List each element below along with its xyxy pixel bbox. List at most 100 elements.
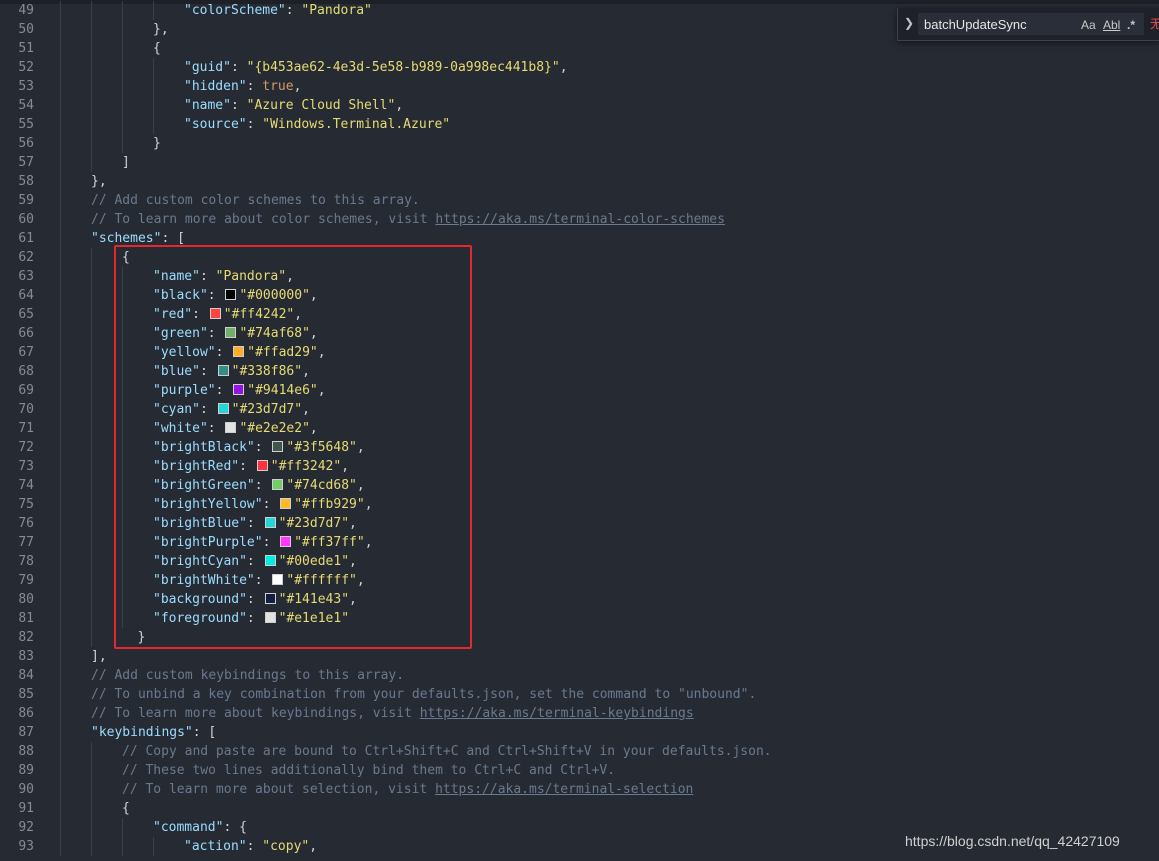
code-line[interactable]: "brightGreen": "#74cd68", <box>153 476 365 495</box>
code-line[interactable]: { <box>122 248 130 267</box>
color-swatch[interactable] <box>233 346 245 357</box>
code-line[interactable]: // To learn more about selection, visit … <box>122 780 693 799</box>
whole-word-button[interactable]: Abl <box>1103 18 1120 32</box>
color-swatch[interactable] <box>264 555 276 566</box>
color-swatch[interactable] <box>209 308 221 319</box>
indent-guide <box>122 58 123 77</box>
code-line[interactable]: "cyan": "#23d7d7", <box>153 400 310 419</box>
indent-guide <box>91 267 92 286</box>
code-line[interactable]: "purple": "#9414e6", <box>153 381 326 400</box>
code-line[interactable]: "name": "Azure Cloud Shell", <box>184 96 403 115</box>
color-swatch[interactable] <box>217 365 229 376</box>
chevron-right-icon[interactable]: ❯ <box>904 16 914 30</box>
code-line[interactable]: "green": "#74af68", <box>153 324 318 343</box>
code-line[interactable]: "brightPurple": "#ff37ff", <box>153 533 373 552</box>
code-line[interactable]: "brightBlue": "#23d7d7", <box>153 514 357 533</box>
code-line[interactable]: // These two lines additionally bind the… <box>122 761 615 780</box>
code-line[interactable]: // To unbind a key combination from your… <box>91 685 756 704</box>
code-token: "{b453ae62-4e3d-5e58-b989-0a998ec441b8}" <box>246 60 560 75</box>
code-line[interactable]: // Add custom keybindings to this array. <box>91 666 404 685</box>
code-line[interactable]: "action": "copy", <box>184 837 317 856</box>
code-token: "yellow" <box>153 345 216 360</box>
code-line[interactable]: "guid": "{b453ae62-4e3d-5e58-b989-0a998e… <box>184 58 568 77</box>
code-line[interactable]: } <box>138 628 146 647</box>
code-token: "#00ede1" <box>278 554 350 569</box>
code-link[interactable]: https://aka.ms/terminal-keybindings <box>420 706 694 721</box>
code-line[interactable]: ], <box>91 647 107 666</box>
code-token: , <box>395 98 404 113</box>
match-case-button[interactable]: Aa <box>1081 18 1096 32</box>
code-line[interactable]: // To learn more about keybindings, visi… <box>91 704 694 723</box>
code-token: "brightWhite" <box>153 573 255 588</box>
indent-guide <box>122 438 123 457</box>
code-token: "name" <box>184 98 231 113</box>
code-line[interactable]: "yellow": "#ffad29", <box>153 343 326 362</box>
indent-guide <box>153 1 154 20</box>
find-widget[interactable]: ❯ batchUpdateSync Aa Abl .* 无 <box>897 8 1159 41</box>
code-line[interactable]: }, <box>153 20 169 39</box>
indent-guide <box>60 742 61 761</box>
code-line[interactable]: "brightBlack": "#3f5648", <box>153 438 365 457</box>
find-input[interactable]: batchUpdateSync Aa Abl .* <box>918 13 1144 35</box>
code-line[interactable]: // Copy and paste are bound to Ctrl+Shif… <box>122 742 772 761</box>
regex-button[interactable]: .* <box>1127 18 1135 32</box>
code-line[interactable]: "source": "Windows.Terminal.Azure" <box>184 115 450 134</box>
indent-guide <box>91 628 92 647</box>
indent-guide <box>91 39 92 58</box>
color-swatch[interactable] <box>264 612 276 623</box>
code-line[interactable]: "white": "#e2e2e2", <box>153 419 318 438</box>
color-swatch[interactable] <box>233 384 245 395</box>
color-swatch[interactable] <box>256 460 268 471</box>
line-number: 83 <box>18 649 34 664</box>
code-line[interactable]: "foreground": "#e1e1e1" <box>153 609 349 628</box>
code-line[interactable]: // Add custom color schemes to this arra… <box>91 191 420 210</box>
indent-guide <box>153 115 154 134</box>
color-swatch[interactable] <box>264 593 276 604</box>
code-link[interactable]: https://aka.ms/terminal-selection <box>435 782 693 797</box>
line-number: 86 <box>18 706 34 721</box>
color-swatch[interactable] <box>264 517 276 528</box>
code-line[interactable]: "brightWhite": "#ffffff", <box>153 571 365 590</box>
code-link[interactable]: https://aka.ms/terminal-color-schemes <box>435 212 725 227</box>
code-line[interactable]: "name": "Pandora", <box>153 267 294 286</box>
code-token: , <box>286 269 294 284</box>
code-line[interactable]: { <box>153 39 161 58</box>
color-swatch[interactable] <box>272 479 284 490</box>
code-token: "source" <box>184 117 247 132</box>
indent-guide <box>153 837 154 856</box>
code-token: , <box>309 326 318 341</box>
code-line[interactable]: "command": { <box>153 818 247 837</box>
color-swatch[interactable] <box>272 441 284 452</box>
color-swatch[interactable] <box>225 422 237 433</box>
code-line[interactable]: "keybindings": [ <box>91 723 216 742</box>
code-line[interactable]: "brightYellow": "#ffb929", <box>153 495 373 514</box>
code-line[interactable]: "brightRed": "#ff3242", <box>153 457 349 476</box>
code-line[interactable]: ] <box>122 153 130 172</box>
code-token: ] <box>122 155 130 170</box>
no-results-label: 无 <box>1150 17 1159 31</box>
color-swatch[interactable] <box>225 289 237 300</box>
indent-guide <box>122 533 123 552</box>
code-line[interactable]: "schemes": [ <box>91 229 185 248</box>
indent-guide <box>122 590 123 609</box>
code-line[interactable]: "colorScheme": "Pandora" <box>184 1 372 20</box>
code-editor[interactable]: 49 50 51 52 53 54 55 56 57 58 59 60 61 62 63 64 65 66 67 68… <box>0 0 1159 861</box>
color-swatch[interactable] <box>280 536 292 547</box>
color-swatch[interactable] <box>225 327 237 338</box>
code-line[interactable]: "red": "#ff4242", <box>153 305 302 324</box>
code-line[interactable]: // To learn more about color schemes, vi… <box>91 210 725 229</box>
code-line[interactable]: { <box>122 799 130 818</box>
code-line[interactable]: "black": "#000000", <box>153 286 318 305</box>
color-swatch[interactable] <box>280 498 292 509</box>
code-token: : <box>262 497 279 512</box>
code-line[interactable]: "hidden": true, <box>184 77 301 96</box>
code-line[interactable]: } <box>153 134 161 153</box>
color-swatch[interactable] <box>272 574 284 585</box>
indent-guide <box>60 419 61 438</box>
code-line[interactable]: "brightCyan": "#00ede1", <box>153 552 357 571</box>
code-line[interactable]: }, <box>91 172 107 191</box>
code-line[interactable]: "background": "#141e43", <box>153 590 357 609</box>
code-line[interactable]: "blue": "#338f86", <box>153 362 310 381</box>
color-swatch[interactable] <box>217 403 229 414</box>
code-token: "#e1e1e1" <box>278 611 350 626</box>
